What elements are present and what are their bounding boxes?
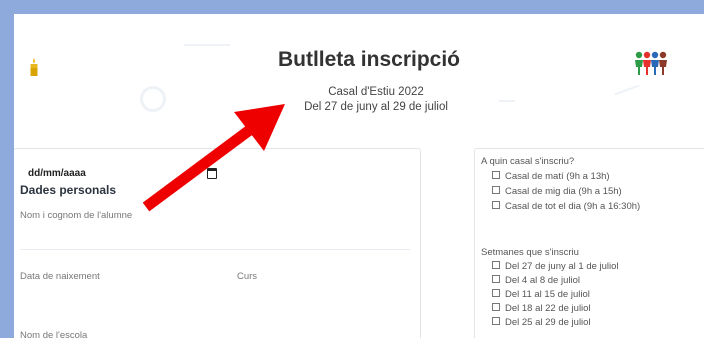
red-arrow-annotation xyxy=(142,104,285,212)
